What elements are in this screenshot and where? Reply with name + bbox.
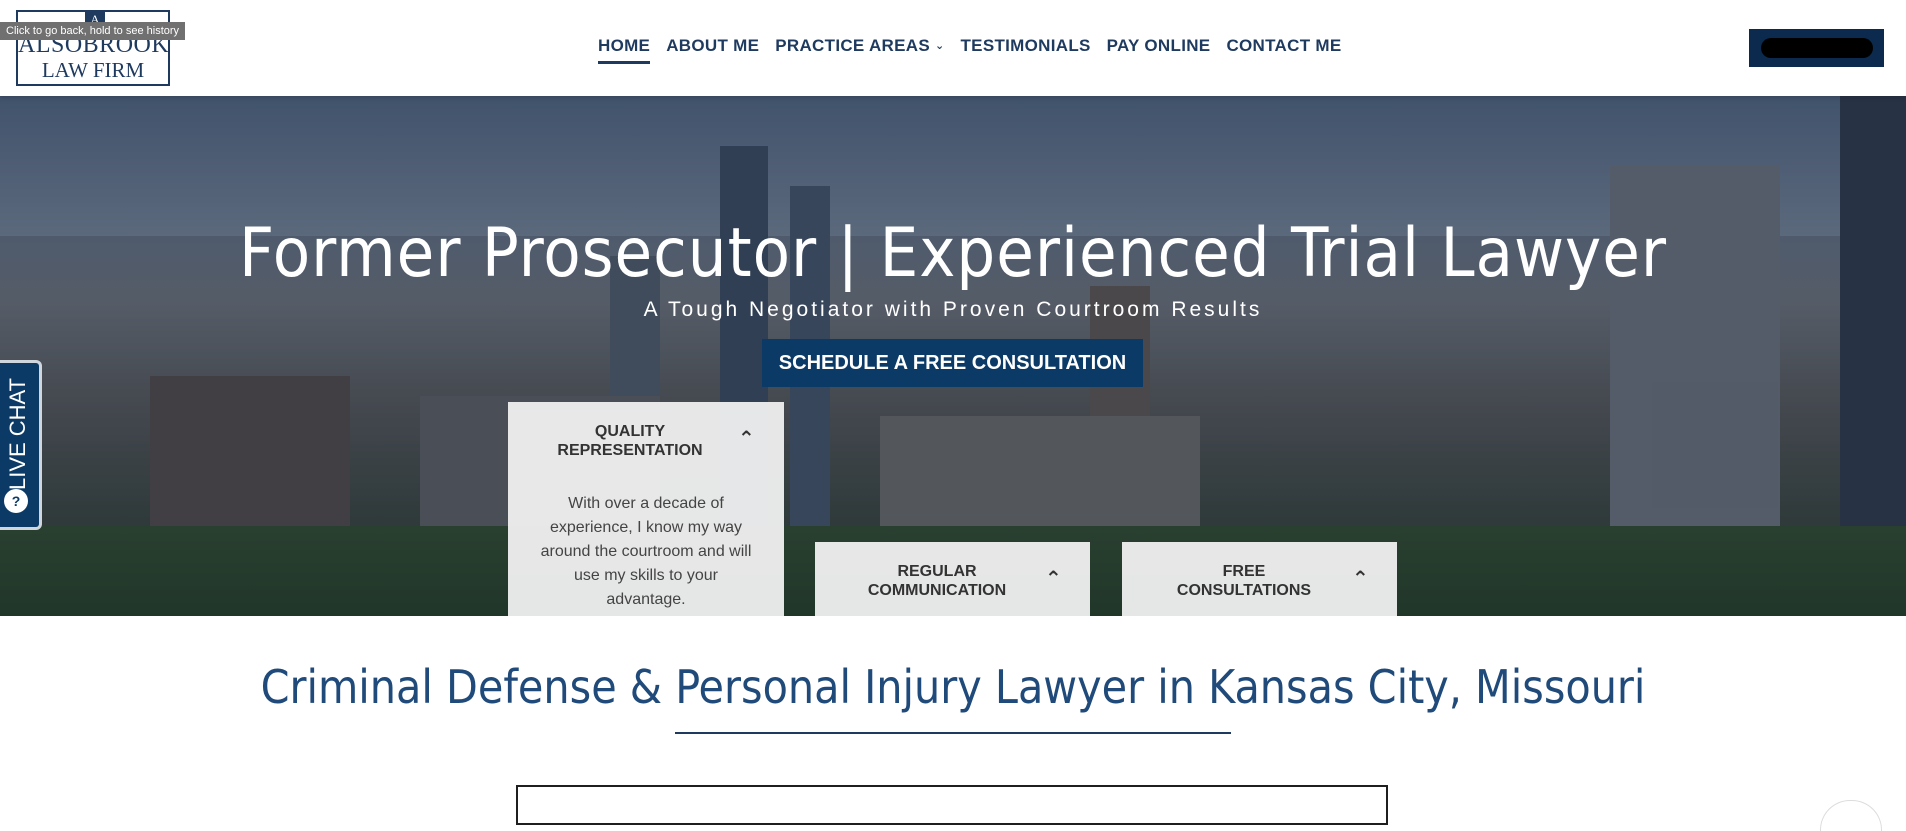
schedule-consultation-button[interactable]: SCHEDULE A FREE CONSULTATION: [762, 339, 1143, 387]
section-divider: [675, 732, 1231, 734]
back-history-tooltip: Click to go back, hold to see history: [0, 22, 186, 40]
nav-pay-online[interactable]: PAY ONLINE: [1107, 36, 1211, 64]
card-title-line1: FREE: [1222, 563, 1266, 580]
hero-section: Former Prosecutor | Experienced Trial La…: [0, 96, 1906, 616]
card-title-line2: CONSULTATIONS: [1176, 582, 1312, 599]
chevron-up-icon[interactable]: ⌃: [1045, 566, 1062, 591]
chevron-up-icon[interactable]: ⌃: [1352, 566, 1369, 591]
chevron-down-icon: ⌄: [934, 40, 945, 52]
content-box: [516, 785, 1388, 825]
live-chat-label: LIVE CHAT: [5, 377, 30, 491]
site-header: A ALSOBROOK LAW FIRM Click to go back, h…: [0, 0, 1906, 96]
feature-card-communication[interactable]: REGULAR COMMUNICATION ⌃: [815, 542, 1090, 616]
hero-subtitle: A Tough Negotiator with Proven Courtroom…: [643, 298, 1263, 321]
redacted-phone-number: [1761, 38, 1873, 58]
nav-testimonials[interactable]: TESTIMONIALS: [961, 36, 1091, 64]
nav-practice-areas[interactable]: PRACTICE AREAS ⌄: [775, 36, 944, 64]
section-title: Criminal Defense & Personal Injury Lawye…: [260, 660, 1646, 714]
nav-practice-areas-label: PRACTICE AREAS: [775, 36, 930, 55]
nav-contact[interactable]: CONTACT ME: [1226, 36, 1341, 64]
main-nav: HOME ABOUT ME PRACTICE AREAS ⌄ TESTIMONI…: [598, 36, 1342, 64]
hero-title: Former Prosecutor | Experienced Trial La…: [238, 214, 1668, 293]
card-title-line1: REGULAR: [897, 563, 977, 580]
card-body: With over a decade of experience, I know…: [540, 495, 752, 608]
card-title-line2: REPRESENTATION: [557, 442, 703, 459]
nav-home[interactable]: HOME: [598, 36, 651, 64]
nav-about[interactable]: ABOUT ME: [666, 36, 759, 64]
chat-bubble-icon: ?: [4, 489, 28, 513]
live-chat-tab[interactable]: LIVE CHAT ?: [0, 360, 42, 530]
phone-button[interactable]: [1749, 29, 1884, 67]
card-title-line1: QUALITY: [594, 423, 666, 440]
feature-card-quality[interactable]: QUALITY REPRESENTATION ⌃ With over a dec…: [508, 402, 784, 616]
logo-text-line2: LAW FIRM: [41, 58, 145, 82]
scroll-indicator[interactable]: [1820, 800, 1882, 831]
card-title-line2: COMMUNICATION: [867, 582, 1007, 599]
chevron-up-icon[interactable]: ⌃: [738, 426, 755, 451]
feature-card-consultations[interactable]: FREE CONSULTATIONS ⌃: [1122, 542, 1397, 616]
